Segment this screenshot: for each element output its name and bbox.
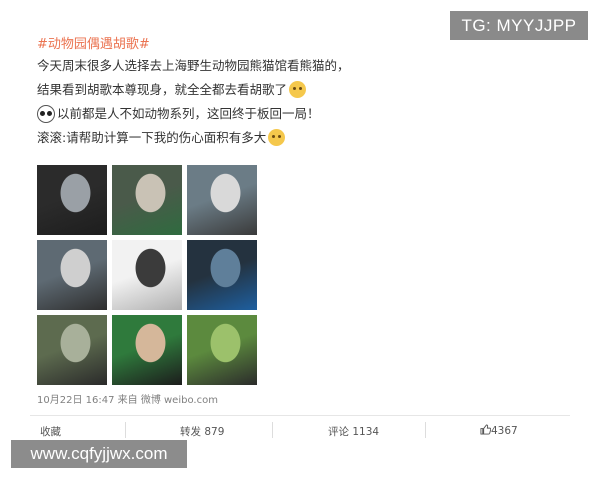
post-line-2: 结果看到胡歌本尊现身，就全全都去看胡歌了: [37, 78, 557, 102]
source-prefix: 来自: [117, 395, 138, 406]
photo-thumbnail[interactable]: [187, 315, 257, 385]
post-line-2-text: 结果看到胡歌本尊现身，就全全都去看胡歌了: [37, 82, 288, 97]
action-bar-divider: [30, 415, 570, 416]
like-button[interactable]: 4367: [480, 424, 518, 437]
smirk-emoji-icon: [289, 81, 307, 98]
action-divider: [272, 422, 273, 438]
photo-thumbnail[interactable]: [112, 240, 182, 310]
post-line-4: 滚滚:请帮助计算一下我的伤心面积有多大: [37, 126, 557, 150]
comment-button[interactable]: 评论 1134: [328, 424, 379, 439]
photo-thumbnail[interactable]: [37, 165, 107, 235]
thumbs-up-icon: [480, 424, 492, 435]
bottom-watermark: www.cqfyjjwx.com: [11, 440, 187, 468]
post-meta: 10月22日 16:47 来自 微博 weibo.com: [37, 391, 218, 406]
action-divider: [125, 422, 126, 438]
laugh-emoji-icon: [268, 129, 286, 146]
like-count: 4367: [491, 425, 518, 437]
post-line-3-text: 以前都是人不如动物系列，这回终于板回一局！: [57, 106, 320, 121]
photo-thumbnail[interactable]: [187, 240, 257, 310]
photo-thumbnail[interactable]: [37, 240, 107, 310]
post-date[interactable]: 10月22日 16:47: [37, 395, 114, 406]
photo-thumbnail[interactable]: [112, 165, 182, 235]
hashtag-link[interactable]: #动物园偶遇胡歌#: [37, 36, 557, 54]
photo-thumbnail[interactable]: [187, 165, 257, 235]
collect-button[interactable]: 收藏: [40, 424, 61, 439]
post-line-3: 以前都是人不如动物系列，这回终于板回一局！: [37, 102, 557, 126]
photo-thumbnail[interactable]: [37, 315, 107, 385]
post-source[interactable]: 微博 weibo.com: [141, 395, 218, 406]
weibo-post: #动物园偶遇胡歌# 今天周末很多人选择去上海野生动物园熊猫馆看熊猫的， 结果看到…: [37, 36, 557, 150]
post-line-4-text: 滚滚:请帮助计算一下我的伤心面积有多大: [37, 130, 267, 145]
photo-grid: [37, 165, 257, 387]
repost-button[interactable]: 转发 879: [180, 424, 224, 439]
action-divider: [425, 422, 426, 438]
photo-thumbnail[interactable]: [112, 315, 182, 385]
panda-emoji-icon: [37, 105, 55, 123]
post-line-1: 今天周末很多人选择去上海野生动物园熊猫馆看熊猫的，: [37, 58, 350, 73]
